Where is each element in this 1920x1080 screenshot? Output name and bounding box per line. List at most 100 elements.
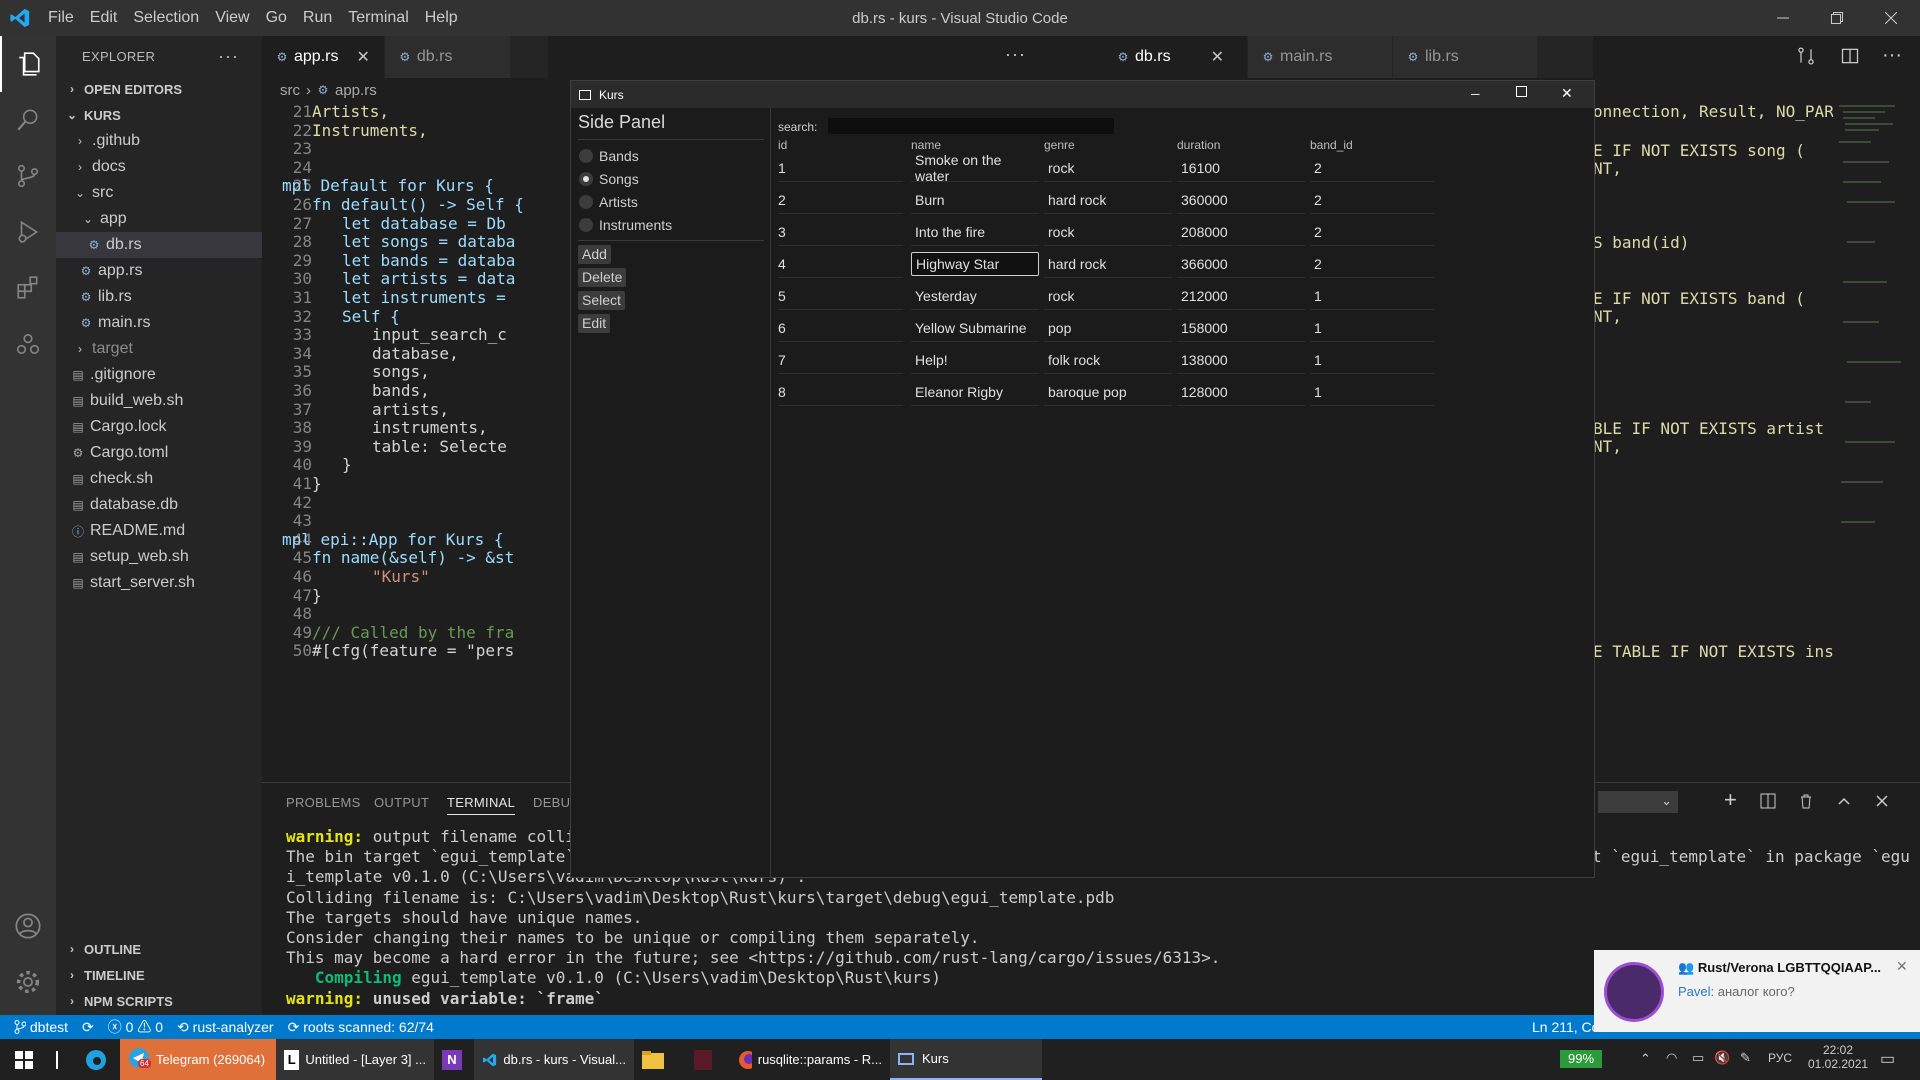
maximize-panel-icon[interactable] <box>1836 793 1852 812</box>
table-cell[interactable]: 212000 <box>1177 282 1305 310</box>
tree-item[interactable]: › target <box>56 336 262 362</box>
code-editor-left[interactable]: 21 Artists, 22 Instruments, 23 24 25 mpl Defaul… <box>262 102 569 782</box>
menu-run[interactable]: Run <box>295 0 340 36</box>
table-cell[interactable]: baroque pop <box>1044 378 1172 406</box>
table-cell[interactable]: 208000 <box>1177 218 1305 246</box>
tree-item[interactable]: ⚙ db.rs <box>56 232 262 258</box>
split-editor-icon[interactable] <box>1840 46 1860 69</box>
taskbar-firefox[interactable]: rusqlite::params - R... <box>730 1039 890 1080</box>
taskbar-lmms[interactable]: L Untitled - [Layer 3] ... <box>276 1039 434 1080</box>
table-cell[interactable]: Yellow Submarine <box>911 314 1039 342</box>
battery-badge[interactable]: 99% <box>1560 1050 1602 1068</box>
source-control-icon[interactable] <box>0 148 56 204</box>
edit-button[interactable]: Edit <box>578 314 611 333</box>
tab-db-rs[interactable]: ⚙ db.rs <box>384 36 511 78</box>
network-icon[interactable]: ▭ <box>1692 1050 1704 1066</box>
menu-go[interactable]: Go <box>258 0 295 36</box>
live-share-icon[interactable] <box>0 316 56 372</box>
tab-terminal[interactable]: TERMINAL <box>447 795 516 815</box>
edge-icon[interactable] <box>76 1039 120 1080</box>
radio-songs[interactable]: Songs <box>579 171 639 187</box>
app-dark-icon[interactable] <box>686 1039 730 1080</box>
tree-item[interactable]: ▤ database.db <box>56 492 262 518</box>
table-cell[interactable]: rock <box>1044 218 1172 246</box>
tab-lib-rs[interactable]: ⚙ lib.rs <box>1393 36 1538 78</box>
run-debug-icon[interactable] <box>0 204 56 260</box>
menu-file[interactable]: File <box>40 0 82 36</box>
tab-debug-console[interactable]: DEBU <box>533 795 570 810</box>
tab-output[interactable]: OUTPUT <box>374 795 429 810</box>
tree-item[interactable]: ▤ .gitignore <box>56 362 262 388</box>
language-indicator[interactable]: РУС <box>1768 1051 1792 1065</box>
search-input[interactable] <box>828 118 1114 134</box>
tree-item[interactable]: ⚙ Cargo.toml <box>56 440 262 466</box>
table-cell[interactable]: pop <box>1044 314 1172 342</box>
tree-item[interactable]: ▤ start_server.sh <box>56 570 262 596</box>
cursor-position[interactable]: Ln 211, Co <box>1532 1019 1599 1035</box>
onenote-icon[interactable]: N <box>434 1039 474 1080</box>
close-icon[interactable]: ✕ <box>1561 85 1573 102</box>
task-view-icon[interactable] <box>48 1039 76 1080</box>
table-cell[interactable]: Yesterday <box>911 282 1039 310</box>
windows-start-icon[interactable] <box>0 1039 48 1080</box>
close-icon[interactable]: ✕ <box>356 47 369 67</box>
maximize-icon[interactable] <box>1516 86 1527 97</box>
table-cell[interactable]: 1 <box>1310 378 1435 406</box>
close-notification-icon[interactable]: ✕ <box>1896 958 1908 975</box>
table-cell[interactable]: Eleanor Rigby <box>911 378 1039 406</box>
wifi-icon[interactable]: ◠ <box>1666 1050 1677 1066</box>
radio-instruments[interactable]: Instruments <box>579 217 672 233</box>
radio-artists[interactable]: Artists <box>579 194 638 210</box>
tray-chevron-icon[interactable]: ⌃ <box>1640 1051 1651 1067</box>
tree-item[interactable]: ▤ check.sh <box>56 466 262 492</box>
add-button[interactable]: Add <box>578 245 611 264</box>
tree-item[interactable]: ⌄ app <box>56 206 262 232</box>
table-cell[interactable]: 158000 <box>1177 314 1305 342</box>
tree-item[interactable]: ▤ Cargo.lock <box>56 414 262 440</box>
open-editors-section[interactable]: › OPEN EDITORS <box>56 76 262 102</box>
table-cell[interactable]: hard rock <box>1044 186 1172 214</box>
tab-main-rs[interactable]: ⚙ main.rs <box>1248 36 1393 78</box>
tree-item[interactable]: › docs <box>56 154 262 180</box>
menu-view[interactable]: View <box>207 0 257 36</box>
explorer-icon[interactable] <box>0 36 56 92</box>
table-cell[interactable]: 360000 <box>1177 186 1305 214</box>
table-cell[interactable]: 128000 <box>1177 378 1305 406</box>
menu-selection[interactable]: Selection <box>125 0 207 36</box>
pen-icon[interactable]: ✎ <box>1740 1050 1751 1066</box>
trash-icon[interactable] <box>1798 793 1814 812</box>
table-cell[interactable]: folk rock <box>1044 346 1172 374</box>
table-cell[interactable]: rock <box>1044 282 1172 310</box>
timeline-section[interactable]: › TIMELINE <box>56 962 262 988</box>
extensions-icon[interactable] <box>0 260 56 316</box>
tab-db-rs-right[interactable]: ⚙ db.rs ✕ <box>1103 36 1248 78</box>
close-icon[interactable]: ✕ <box>1211 47 1224 67</box>
more-actions-icon[interactable]: ··· <box>218 46 239 67</box>
minimap[interactable] <box>1835 102 1905 562</box>
account-icon[interactable] <box>0 898 56 954</box>
manage-gear-icon[interactable] <box>0 954 56 1010</box>
table-cell[interactable]: 138000 <box>1177 346 1305 374</box>
table-cell[interactable]: Help! <box>911 346 1039 374</box>
rust-analyzer-status[interactable]: ⟲ rust-analyzer <box>177 1019 274 1036</box>
new-terminal-icon[interactable]: + <box>1724 787 1737 813</box>
more-actions-icon[interactable]: ··· <box>1882 44 1902 67</box>
table-cell[interactable]: 16100 <box>1177 154 1305 182</box>
clock[interactable]: 22:02 01.02.2021 <box>1808 1043 1868 1071</box>
table-cell[interactable]: 2 <box>1310 186 1435 214</box>
taskbar-vscode[interactable]: db.rs - kurs - Visual... <box>474 1039 634 1080</box>
problems-status[interactable]: ⓧ 0 ⚠ 0 <box>108 1017 163 1037</box>
project-section[interactable]: ⌄ KURS <box>56 102 262 128</box>
tree-item[interactable]: ⌄ src <box>56 180 262 206</box>
terminal-select-dropdown[interactable]: ⌄ <box>1598 791 1678 813</box>
table-cell[interactable]: Smoke on the water <box>911 152 1039 184</box>
tree-item[interactable]: ⓘ README.md <box>56 518 262 544</box>
select-button[interactable]: Select <box>578 291 625 310</box>
tab-problems[interactable]: PROBLEMS <box>286 795 361 810</box>
tree-item[interactable]: ⚙ lib.rs <box>56 284 262 310</box>
close-window-button[interactable] <box>1868 0 1914 36</box>
menu-edit[interactable]: Edit <box>82 0 126 36</box>
tree-item[interactable]: ▤ setup_web.sh <box>56 544 262 570</box>
file-explorer-icon[interactable] <box>634 1039 686 1080</box>
menu-terminal[interactable]: Terminal <box>340 0 416 36</box>
